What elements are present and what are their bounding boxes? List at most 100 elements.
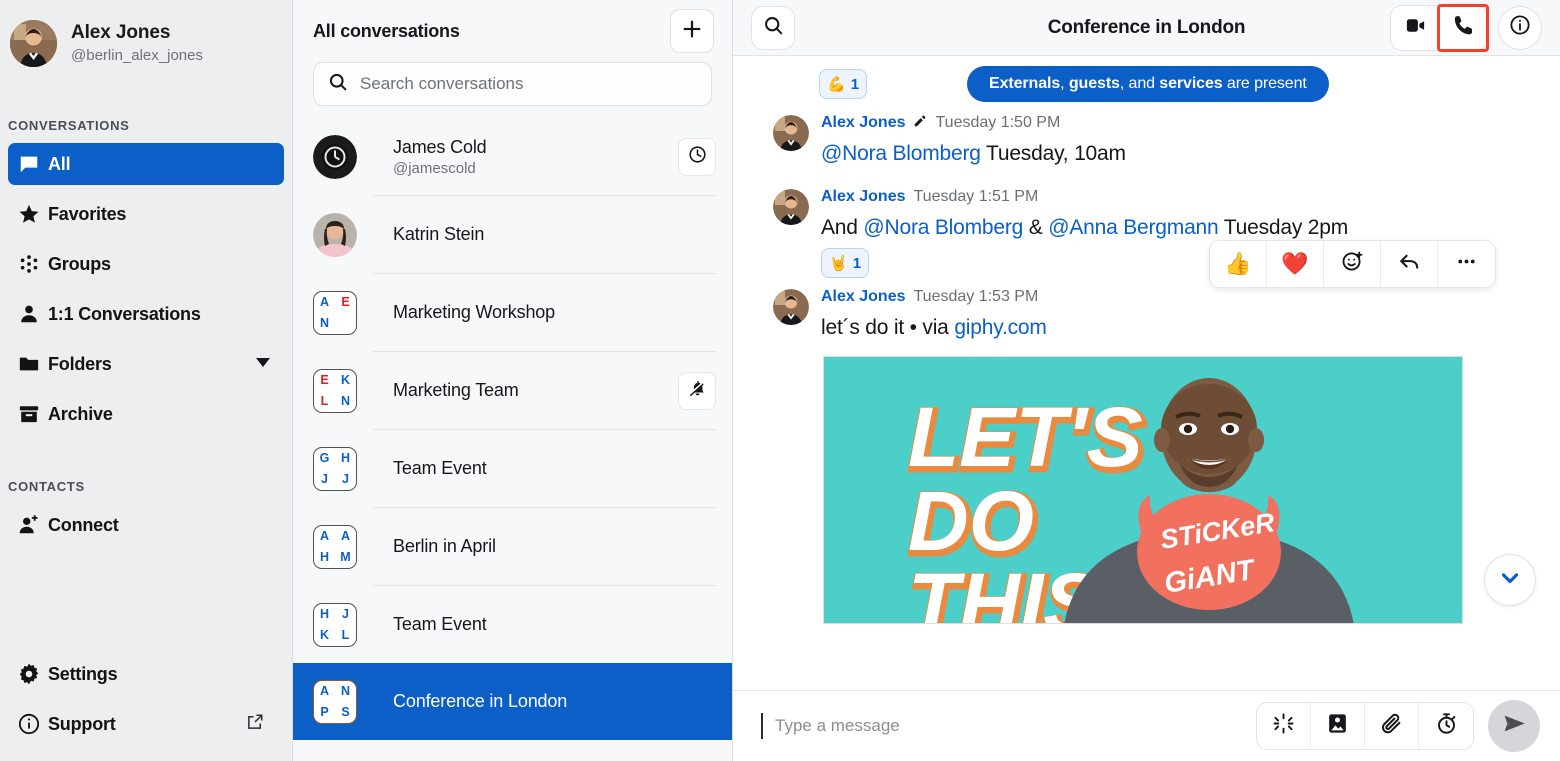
- sparkle-button[interactable]: [1257, 703, 1311, 749]
- message-input[interactable]: [775, 716, 1256, 736]
- person-add-icon: [18, 514, 48, 536]
- reaction-count: 1: [850, 75, 860, 93]
- search-icon: [763, 15, 784, 41]
- image-button[interactable]: [1311, 703, 1365, 749]
- voice-call-button[interactable]: [1437, 3, 1489, 52]
- sidebar-bottom-group: Settings Support: [0, 653, 292, 745]
- info-circle-icon: [18, 713, 48, 735]
- message-text: And @Nora Blomberg & @Anna Bergmann Tues…: [821, 214, 1560, 242]
- list-item[interactable]: James Cold @jamescold: [293, 118, 732, 195]
- sidebar-item-support[interactable]: Support: [8, 703, 284, 745]
- initial: H: [319, 606, 330, 621]
- list-item[interactable]: H J K L Team Event: [293, 586, 732, 663]
- scroll-to-bottom-button[interactable]: [1484, 554, 1536, 606]
- initial: A: [319, 528, 330, 543]
- initial: E: [320, 372, 329, 387]
- chat-search-button[interactable]: [751, 5, 795, 50]
- avatar: A A H M: [313, 524, 357, 569]
- conversation-name: Berlin in April: [393, 536, 496, 556]
- folder-icon: [18, 353, 48, 375]
- initial: H: [340, 450, 351, 465]
- list-item[interactable]: Katrin Stein: [293, 196, 732, 273]
- mention[interactable]: @Anna Bergmann: [1048, 216, 1218, 239]
- timer-button[interactable]: [1419, 703, 1473, 749]
- stopwatch-icon: [1435, 712, 1458, 740]
- notice-row: 💪 1 Externals, guests, and services are …: [733, 62, 1560, 102]
- sidebar-item-folders[interactable]: Folders: [8, 343, 284, 385]
- chat-info-button[interactable]: [1498, 5, 1542, 50]
- notice-part: services: [1159, 75, 1223, 92]
- initial: H: [319, 549, 330, 564]
- mention[interactable]: @Nora Blomberg: [821, 142, 981, 165]
- initial: E: [341, 294, 350, 309]
- sidebar-item-label: Groups: [48, 253, 111, 274]
- sidebar-item-all[interactable]: All: [8, 143, 284, 185]
- avatar: G H J J: [313, 446, 357, 491]
- send-button[interactable]: [1488, 700, 1540, 752]
- sidebar-item-connect[interactable]: Connect: [8, 504, 284, 546]
- user-profile[interactable]: Alex Jones @berlin_alex_jones: [0, 0, 292, 74]
- sidebar-item-favorites[interactable]: Favorites: [8, 193, 284, 235]
- list-item[interactable]: E K L N Marketing Team: [293, 352, 732, 429]
- reaction-chip[interactable]: 💪 1: [819, 69, 868, 99]
- group-initials-avatar: G H J J: [313, 446, 357, 491]
- initial: J: [342, 471, 349, 486]
- external-link-icon[interactable]: [246, 713, 264, 736]
- message: Alex Jones Tuesday 1:51 PM And @Nora Blo…: [733, 168, 1560, 288]
- sidebar-item-label: Support: [48, 713, 116, 734]
- reaction-row: 🤘 1 👍 ❤️: [821, 240, 1560, 288]
- message-author: Alex Jones: [821, 114, 906, 131]
- notice-part: ,: [1060, 75, 1069, 92]
- svg-text:DO: DO: [908, 474, 1034, 568]
- giphy-link[interactable]: giphy.com: [954, 316, 1047, 339]
- message-text: let´s do it • via giphy.com: [821, 314, 1560, 342]
- list-item-text: Katrin Stein: [393, 224, 716, 245]
- mention[interactable]: @Nora Blomberg: [863, 216, 1023, 239]
- thumbs-up-icon: 👍: [1224, 251, 1252, 276]
- new-conversation-button[interactable]: [670, 9, 714, 53]
- sidebar-item-one-on-one[interactable]: 1:1 Conversations: [8, 293, 284, 335]
- chat-panel: Conference in London 💪 1 Externals, gues…: [733, 0, 1560, 761]
- message-time: Tuesday 1:53 PM: [913, 288, 1039, 305]
- list-item-text: Conference in London: [393, 691, 716, 712]
- search-input[interactable]: [360, 74, 697, 94]
- message-text: @Nora Blomberg Tuesday, 10am: [821, 140, 1560, 168]
- list-item-text: Marketing Team: [393, 380, 678, 401]
- chevron-down-icon[interactable]: [256, 358, 270, 370]
- video-call-button[interactable]: [1391, 6, 1439, 50]
- avatar: E K L N: [313, 368, 357, 413]
- search-conversations-box[interactable]: [313, 62, 712, 106]
- reaction-chip[interactable]: 🤘 1: [821, 248, 870, 278]
- image-icon: [1326, 712, 1349, 740]
- search-icon: [328, 72, 348, 97]
- message-meta: Alex Jones Tuesday 1:51 PM: [821, 186, 1560, 208]
- list-item-selected[interactable]: A N P S Conference in London: [293, 663, 732, 740]
- list-item[interactable]: A A H M Berlin in April: [293, 508, 732, 585]
- snooze-button[interactable]: [678, 137, 716, 176]
- initial: J: [321, 471, 328, 486]
- conversation-name: Team Event: [393, 614, 487, 634]
- profile-handle: @berlin_alex_jones: [71, 46, 203, 64]
- list-item[interactable]: A E N Marketing Workshop: [293, 274, 732, 351]
- initial: N: [340, 683, 351, 698]
- list-item-text: James Cold @jamescold: [393, 137, 678, 177]
- sidebar-item-label: All: [48, 153, 71, 174]
- avatar: [313, 134, 357, 179]
- list-item-text: Berlin in April: [393, 536, 716, 557]
- gif-attachment[interactable]: LET'S LET'S DO DO THIS THIS STiCKeR GiAN…: [823, 356, 1463, 624]
- presence-notice-banner: Externals, guests, and services are pres…: [967, 66, 1329, 102]
- conversation-list-title: All conversations: [313, 20, 460, 41]
- attachment-button[interactable]: [1365, 703, 1419, 749]
- sidebar-item-settings[interactable]: Settings: [8, 653, 284, 695]
- sidebar-item-groups[interactable]: Groups: [8, 243, 284, 285]
- sidebar-item-label: Favorites: [48, 203, 127, 224]
- list-item[interactable]: G H J J Team Event: [293, 430, 732, 507]
- initial: J: [342, 606, 349, 621]
- text-cursor: [761, 713, 763, 739]
- flexed-biceps-emoji: 💪: [827, 76, 846, 93]
- sidebar-item-archive[interactable]: Archive: [8, 393, 284, 435]
- mute-button[interactable]: [678, 371, 716, 410]
- conversation-rows: James Cold @jamescold Katrin Stein A E N…: [293, 118, 732, 761]
- group-initials-avatar: A N P S: [313, 679, 357, 724]
- avatar: [10, 19, 57, 67]
